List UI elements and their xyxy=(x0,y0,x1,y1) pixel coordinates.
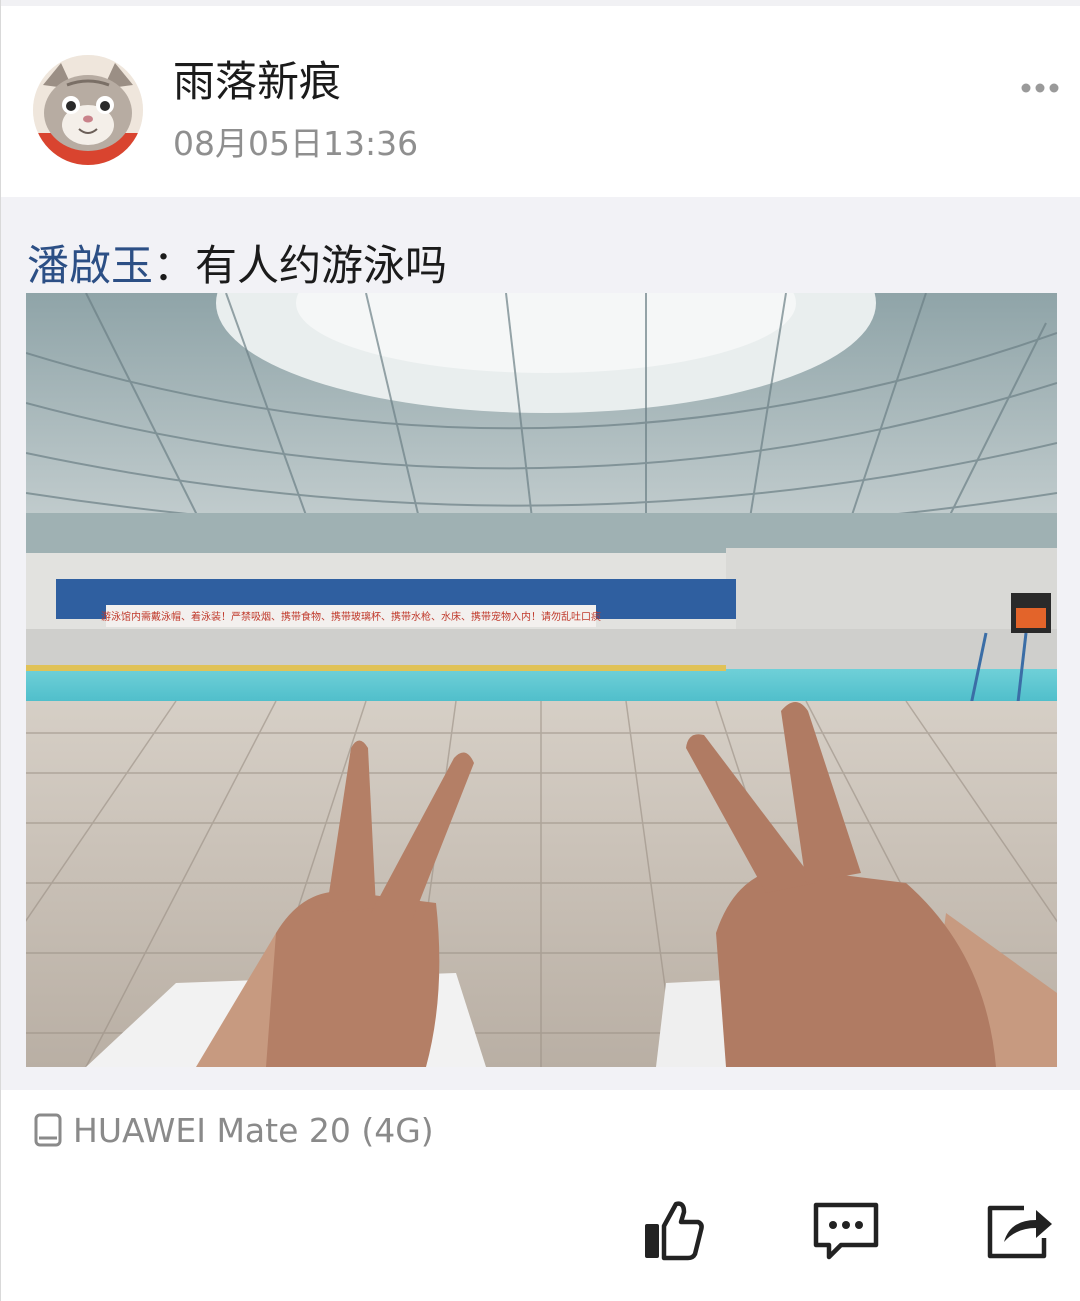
post-timestamp: 08月05日13:36 xyxy=(173,124,419,163)
top-divider xyxy=(1,0,1080,6)
post-card: 雨落新痕 08月05日13:36 潘啟玉：有人约游泳吗 游泳馆内需戴泳帽、着泳装… xyxy=(0,0,1080,1301)
share-icon xyxy=(987,1205,1052,1259)
pool-banner-text: 游泳馆内需戴泳帽、着泳装！严禁吸烟、携带食物、携带玻璃杯、携带水枪、水床、携带宠… xyxy=(101,610,601,623)
comment-bubble-icon xyxy=(813,1202,879,1260)
share-button[interactable] xyxy=(984,1196,1054,1266)
device-info: HUAWEI Mate 20 (4G) xyxy=(33,1108,434,1152)
repost-author-link[interactable]: 潘啟玉 xyxy=(27,241,153,290)
thumbs-up-icon xyxy=(645,1201,704,1261)
like-button[interactable] xyxy=(638,1196,708,1266)
cat-avatar-image xyxy=(33,55,143,165)
repost-separator: ： xyxy=(153,241,196,290)
more-dots-icon xyxy=(1021,83,1059,93)
post-photo[interactable]: 游泳馆内需戴泳帽、着泳装！严禁吸烟、携带食物、携带玻璃杯、携带水枪、水床、携带宠… xyxy=(26,293,1057,1067)
device-label: HUAWEI Mate 20 (4G) xyxy=(73,1110,434,1150)
phone-icon xyxy=(34,1113,62,1147)
repost-message: 有人约游泳吗 xyxy=(195,241,448,290)
more-options-button[interactable] xyxy=(1013,72,1067,104)
repost-text-line: 潘啟玉：有人约游泳吗 xyxy=(27,240,447,292)
swimming-pool-photo: 游泳馆内需戴泳帽、着泳装！严禁吸烟、携带食物、携带玻璃杯、携带水枪、水床、携带宠… xyxy=(26,293,1057,1067)
username[interactable]: 雨落新痕 xyxy=(173,56,341,108)
avatar[interactable] xyxy=(33,55,143,165)
comment-button[interactable] xyxy=(811,1196,881,1266)
